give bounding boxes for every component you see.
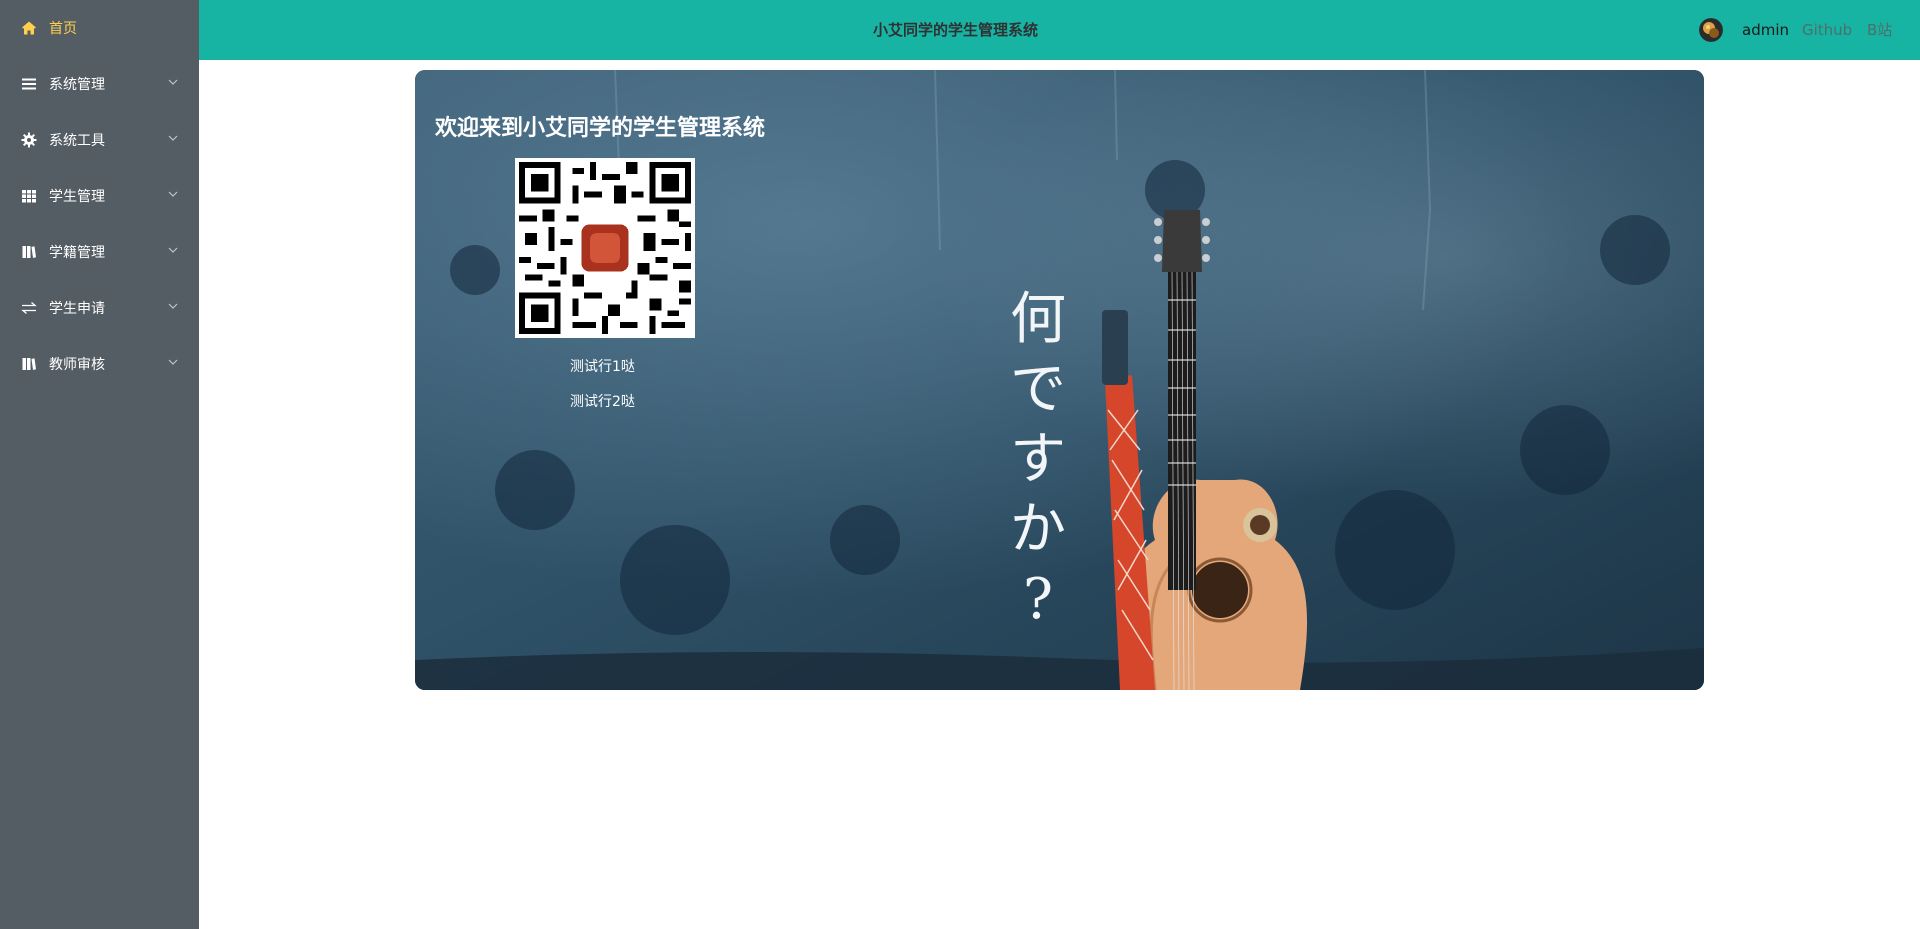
welcome-banner: 欢迎来到小艾同学的学生管理系统 测试行1哒 测试行2哒 何 で す か ? (415, 70, 1704, 690)
sidebar-item-label: 学生申请 (49, 301, 105, 317)
chevron-down-icon (167, 76, 179, 88)
menu-icon (20, 75, 38, 93)
sidebar-item-enrollment-management[interactable]: 学籍管理 (0, 224, 199, 280)
jp-char: か (1010, 497, 1066, 562)
qr-code (515, 158, 695, 338)
jp-char: で (1010, 357, 1066, 422)
guitar-illustration (1102, 210, 1308, 690)
chevron-down-icon (167, 188, 179, 200)
user-name[interactable]: admin (1742, 0, 1789, 60)
sidebar-item-label: 学生管理 (49, 189, 105, 205)
sidebar-item-student-management[interactable]: 学生管理 (0, 168, 199, 224)
sidebar-item-home[interactable]: 首页 (0, 0, 199, 56)
info-line-1: 测试行1哒 (570, 359, 635, 375)
chevron-down-icon (167, 132, 179, 144)
sidebar-item-student-application[interactable]: 学生申请 (0, 280, 199, 336)
github-link[interactable]: Github (1802, 0, 1852, 60)
jp-char: す (1010, 427, 1066, 492)
info-line-2: 测试行2哒 (570, 394, 635, 410)
gear-icon (20, 131, 38, 149)
grid-icon (20, 187, 38, 205)
jp-char: 何 (1010, 287, 1066, 352)
sidebar-item-teacher-review[interactable]: 教师审核 (0, 336, 199, 392)
chevron-down-icon (167, 300, 179, 312)
page-title: 小艾同学的学生管理系统 (873, 21, 1039, 39)
bilibili-link[interactable]: B站 (1867, 0, 1892, 60)
sidebar-item-label: 系统管理 (49, 77, 105, 93)
sidebar-item-system-tools[interactable]: 系统工具 (0, 112, 199, 168)
sidebar-item-label: 首页 (49, 21, 77, 37)
books-icon (20, 355, 38, 373)
chevron-down-icon (167, 356, 179, 368)
sidebar-item-label: 系统工具 (49, 133, 105, 149)
sidebar-item-label: 学籍管理 (49, 245, 105, 261)
swap-icon (20, 299, 38, 317)
sidebar-item-label: 教师审核 (49, 357, 105, 373)
sidebar: 首页 系统管理 系统工具 学生管理 学籍管理 学生申请 教师审核 (0, 0, 199, 929)
welcome-heading: 欢迎来到小艾同学的学生管理系统 (435, 116, 766, 141)
header: 小艾同学的学生管理系统 admin Github B站 (199, 0, 1920, 60)
avatar[interactable] (1699, 18, 1723, 42)
japanese-wall-text: 何 で す か ? (1008, 285, 1068, 635)
books-icon (20, 243, 38, 261)
home-icon (20, 19, 38, 37)
jp-char: ? (1022, 567, 1054, 632)
sidebar-item-system-management[interactable]: 系统管理 (0, 56, 199, 112)
chevron-down-icon (167, 244, 179, 256)
